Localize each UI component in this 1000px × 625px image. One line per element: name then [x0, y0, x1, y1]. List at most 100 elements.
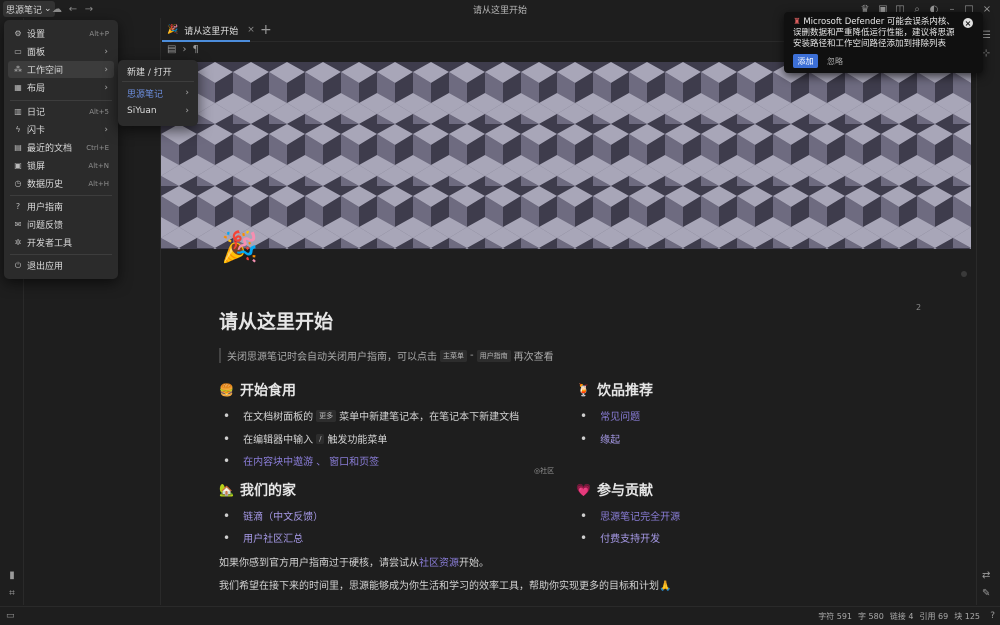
list-text: 在文档树面板的	[243, 412, 314, 423]
para-text: 开始。	[459, 558, 489, 569]
menu-item-workspace[interactable]: ⁂ 工作空间 ›	[8, 61, 114, 78]
link-sponsor[interactable]: 付费支持开发	[600, 530, 660, 545]
doc-emoji-icon[interactable]: 🎉	[221, 230, 258, 265]
list-text: 触发功能菜单	[327, 435, 388, 446]
list-item: 缘起	[580, 431, 620, 446]
submenu-item-label: 思源笔记	[127, 89, 164, 100]
kbd-user-guide: 用户指南	[476, 349, 511, 362]
section-home: 🏡 我们的家	[219, 480, 296, 500]
tab-close-icon[interactable]: ×	[247, 25, 255, 35]
bookmark-icon[interactable]: ▮	[5, 568, 19, 582]
link-ld246[interactable]: 链滴（中文反馈）	[243, 508, 323, 523]
menu-item-dailynote[interactable]: ▥ 日记 Alt+5	[8, 103, 114, 120]
backlink-icon[interactable]: ⇄	[982, 570, 990, 581]
link-community-resources[interactable]: 社区资源	[419, 558, 459, 569]
menu-item-label: 面板	[27, 48, 46, 58]
menu-item-label: 开发者工具	[27, 239, 73, 249]
link-windows-tabs[interactable]: 窗口和页签	[329, 453, 379, 468]
submenu-item-siyuan[interactable]: SiYuan ›	[122, 103, 194, 119]
list-sep: 、	[316, 457, 327, 468]
link-faq[interactable]: 常见问题	[600, 408, 640, 423]
menu-item-history[interactable]: ◷ 数据历史 Alt+H	[8, 175, 114, 192]
chevron-right-icon: ›	[104, 124, 108, 135]
status-blocks: 块 125	[954, 612, 980, 621]
link-block-navigation[interactable]: 在内容块中遨游	[243, 453, 313, 468]
tag-icon[interactable]: ⌗	[5, 586, 19, 600]
section-drinks-title: 饮品推荐	[596, 383, 653, 399]
community-tag[interactable]: ◎社区	[534, 466, 554, 476]
menu-item-label: 数据历史	[27, 180, 64, 190]
menu-item-label: 闪卡	[27, 126, 46, 136]
tab-doc[interactable]: 🎉 请从这里开始 ×	[162, 20, 255, 42]
help-circle-icon[interactable]: ?	[990, 611, 995, 621]
breadcrumb: ▤ › ¶	[167, 44, 199, 55]
menu-separator	[10, 195, 112, 196]
section-contrib-title: 参与贡献	[596, 483, 653, 499]
paragraph: 我们希望在接下来的时间里，思源能够成为你生活和学习的效率工具，帮助你实现更多的目…	[219, 581, 672, 592]
recent-doc-icon: ▤	[14, 143, 22, 152]
link-origin[interactable]: 缘起	[600, 431, 620, 446]
list-item: 常见问题	[580, 408, 640, 423]
quote-dash: -	[470, 350, 474, 361]
page-number: 2	[916, 303, 922, 312]
menu-item-flashcard[interactable]: ϟ 闪卡 ›	[8, 121, 114, 138]
status-counts: 字符 591 字 580 链接 4 引用 69 块 125	[818, 611, 980, 622]
notification-text: ♜ Microsoft Defender 可能会误杀内核、误删数据和严重降低运行…	[793, 17, 959, 50]
paragraph: 如果你感到官方用户指南过于硬核，请尝试从社区资源开始。	[219, 554, 489, 569]
file-icon[interactable]: ▤	[167, 44, 176, 55]
calendar-icon: ▥	[14, 107, 22, 116]
graph-icon[interactable]: ⊹	[982, 48, 990, 59]
ai-icon[interactable]: ✎	[982, 588, 990, 599]
outline-icon[interactable]: ☰	[982, 30, 991, 41]
paragraph-icon[interactable]: ¶	[192, 44, 198, 55]
scroll-handle[interactable]	[961, 271, 967, 277]
menu-item-panel[interactable]: ▭ 面板 ›	[8, 43, 114, 60]
power-icon: ⏻	[14, 260, 22, 270]
menu-item-quit[interactable]: ⏻ 退出应用	[8, 257, 114, 274]
list-item: 在内容块中遨游 、 窗口和页签	[223, 453, 379, 468]
breadcrumb-arrow: ›	[182, 44, 187, 55]
menu-item-label: 工作空间	[27, 66, 64, 76]
chevron-right-icon: ›	[104, 82, 108, 93]
menu-item-label: 锁屏	[27, 162, 46, 172]
add-exclusion-button[interactable]: 添加	[793, 54, 818, 68]
menu-item-settings[interactable]: ⚙ 设置 Alt+P	[8, 25, 114, 42]
bolt-icon: ϟ	[15, 125, 21, 134]
close-icon[interactable]: ×	[963, 18, 973, 28]
doc-title[interactable]: 请从这里开始	[219, 307, 333, 334]
submenu-item-new-open[interactable]: 新建 / 打开	[122, 63, 194, 79]
menu-item-devtools[interactable]: ✲ 开发者工具	[8, 234, 114, 251]
list-item: 用户社区汇总	[223, 530, 303, 545]
dock-toggle-icon[interactable]: ▭	[6, 611, 15, 621]
section-drinks: 🍹 饮品推荐	[576, 380, 653, 400]
ignore-button[interactable]: 忽略	[827, 56, 843, 67]
para-text: 如果你感到官方用户指南过于硬核，请尝试从	[219, 558, 419, 569]
menu-item-recent-docs[interactable]: ▤ 最近的文档 Ctrl+E	[8, 139, 114, 156]
menu-item-label: 设置	[27, 30, 46, 40]
menu-item-shortcut: Alt+P	[89, 29, 109, 38]
blockquote: 关闭思源笔记时会自动关闭用户指南，可以点击 主菜单 - 用户指南 再次查看	[219, 348, 639, 363]
editor: 🎉 请从这里开始 2 关闭思源笔记时会自动关闭用户指南，可以点击 主菜单 - 用…	[161, 62, 971, 605]
menu-item-label: 用户指南	[27, 203, 64, 213]
quote-text-pre: 关闭思源笔记时会自动关闭用户指南，可以点击	[227, 352, 437, 363]
doc-icon: 🎉	[167, 25, 179, 35]
add-tab-button[interactable]: +	[260, 22, 272, 38]
tab-label: 请从这里开始	[184, 26, 239, 37]
submenu-item-siyuan-cn[interactable]: 思源笔记 ›	[122, 85, 194, 101]
submenu-item-label: 新建 / 打开	[127, 67, 172, 78]
status-chars: 字符 591	[818, 612, 852, 621]
menu-item-lock[interactable]: ▣ 锁屏 Alt+N	[8, 157, 114, 174]
section-home-title: 我们的家	[239, 483, 296, 499]
menu-item-label: 问题反馈	[27, 221, 64, 231]
menu-item-feedback[interactable]: ✉ 问题反馈	[8, 216, 114, 233]
menu-item-user-guide[interactable]: ? 用户指南	[8, 198, 114, 215]
menu-separator	[122, 81, 194, 82]
link-community-summary[interactable]: 用户社区汇总	[243, 530, 303, 545]
quote-text-post: 再次查看	[513, 352, 554, 363]
menu-item-layout[interactable]: ▦ 布局 ›	[8, 79, 114, 96]
section-contrib: 💗 参与贡献	[576, 480, 653, 500]
chevron-right-icon: ›	[104, 64, 108, 75]
link-open-source[interactable]: 思源笔记完全开源	[600, 508, 680, 523]
menu-item-label: 最近的文档	[27, 144, 73, 154]
cover-image[interactable]	[161, 62, 971, 249]
